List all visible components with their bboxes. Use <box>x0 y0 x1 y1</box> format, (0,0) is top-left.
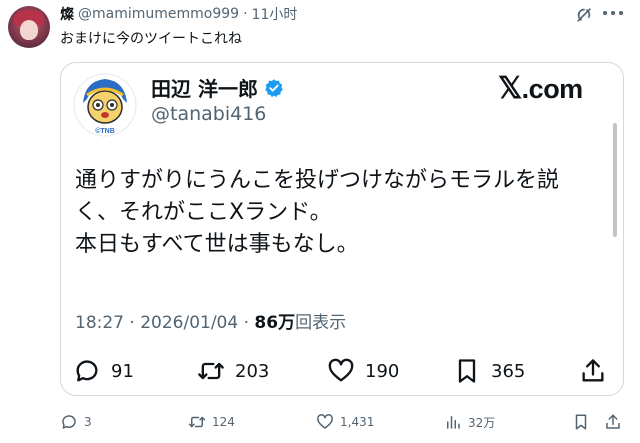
quoted-like-count: 190 <box>365 360 400 382</box>
quoted-body-line: 本日もすべて世は事もなし。 <box>75 232 359 257</box>
reply-icon <box>76 360 98 382</box>
more-options-icon[interactable] <box>603 11 623 17</box>
quoted-post-body: 通りすがりにうんこを投げつけながらモラルを説 く、それがここXランド。 本日もす… <box>75 165 559 261</box>
quoted-reply-count: 91 <box>111 360 134 382</box>
repost-button[interactable]: 124 <box>188 412 235 432</box>
reply-icon <box>62 415 76 429</box>
repost-icon <box>188 416 206 428</box>
quoted-author-avatar[interactable]: ©TNB <box>73 73 137 137</box>
quoted-like-button[interactable]: 190 <box>327 353 399 389</box>
share-icon <box>582 359 604 382</box>
views-button[interactable]: 32万 <box>444 412 495 432</box>
quoted-action-bar: 91 203 190 365 <box>61 353 623 389</box>
bookmark-icon <box>458 359 476 383</box>
author-handle[interactable]: @mamimumemmo999 <box>78 6 239 22</box>
views-count: 32万 <box>468 415 496 430</box>
views-chart-icon <box>447 416 460 429</box>
quoted-post-card[interactable]: ©TNB 田辺 洋一郎 @tanabi416 𝕏.com 通りすがりにうんこを投… <box>60 62 624 396</box>
verified-badge-icon <box>265 78 283 97</box>
post-text: おまけに今のツイートこれね <box>60 31 242 47</box>
x-logo-icon: 𝕏 <box>498 72 522 105</box>
quoted-author-name: 田辺 洋一郎 <box>151 77 258 101</box>
quoted-repost-count: 203 <box>235 360 270 382</box>
avatar-badge-text: ©TNB <box>95 127 115 135</box>
quoted-body-line: 通りすがりにうんこを投げつけながらモラルを説 <box>75 168 560 193</box>
quoted-body-line: く、それがここXランド。 <box>75 200 332 225</box>
avatar-face <box>20 20 38 40</box>
share-button[interactable] <box>604 412 628 432</box>
quoted-bookmark-count: 365 <box>491 360 526 382</box>
x-com-domain: .com <box>521 74 584 104</box>
quoted-reply-button[interactable]: 91 <box>73 353 134 389</box>
quoted-post-timestamp[interactable]: 18:27 · 2026/01/04 · <box>75 313 254 333</box>
repost-icon <box>198 362 224 380</box>
quoted-views-count: 86万 <box>254 313 296 333</box>
author-name[interactable]: 燦 <box>60 4 74 24</box>
quoted-author-handle[interactable]: @tanabi416 <box>151 103 266 125</box>
post-header: 燦 @mamimumemmo999 · 11小时 <box>60 4 297 24</box>
share-icon <box>606 414 620 429</box>
quoted-share-button[interactable] <box>579 353 617 389</box>
author-avatar[interactable] <box>8 6 50 48</box>
quoted-repost-button[interactable]: 203 <box>197 353 269 389</box>
quoted-views-label: 回表示 <box>295 313 347 333</box>
post-action-bar: 3 124 1,431 32万 <box>0 408 640 436</box>
repost-count: 124 <box>212 415 235 429</box>
like-count: 1,431 <box>340 415 375 429</box>
header-separator: · <box>243 6 248 22</box>
reply-count: 3 <box>84 415 92 429</box>
bookmark-button[interactable] <box>572 412 596 432</box>
grok-icon[interactable] <box>574 5 594 25</box>
like-button[interactable]: 1,431 <box>316 412 374 432</box>
heart-icon <box>328 358 354 382</box>
post-time[interactable]: 11小时 <box>252 4 298 24</box>
reply-button[interactable]: 3 <box>60 412 92 432</box>
quoted-author-name-row[interactable]: 田辺 洋一郎 <box>151 73 284 102</box>
card-scrollbar[interactable] <box>613 123 617 237</box>
bookmark-icon <box>575 414 587 430</box>
quoted-bookmark-button[interactable]: 365 <box>453 353 525 389</box>
quoted-post-meta: 18:27 · 2026/01/04 · 86万回表示 <box>75 308 346 333</box>
heart-icon <box>317 414 333 429</box>
x-com-logo: 𝕏.com <box>498 71 583 106</box>
